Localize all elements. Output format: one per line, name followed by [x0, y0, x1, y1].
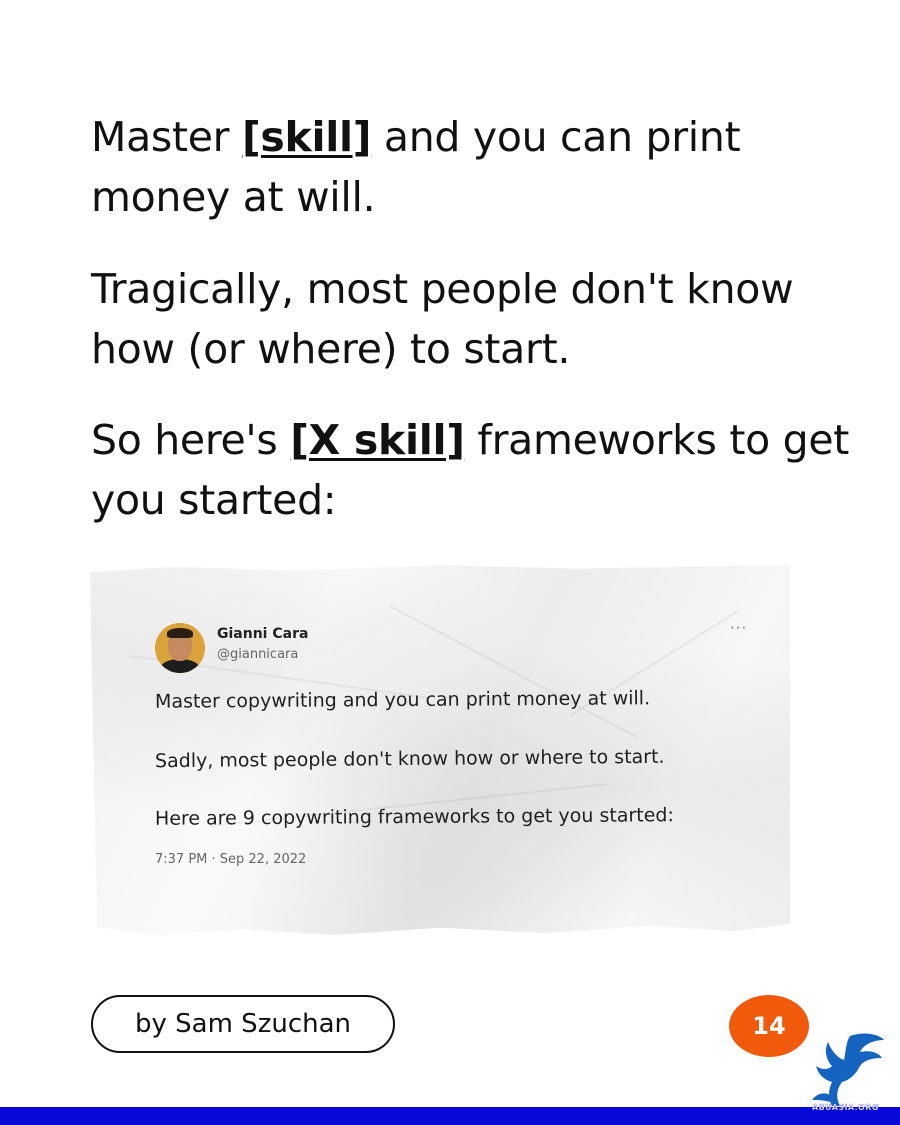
- page-number: 14: [752, 1012, 786, 1040]
- tweet-timestamp: 7:37 PM · Sep 22, 2022: [155, 852, 307, 867]
- headline-text: So here's: [91, 416, 291, 464]
- more-options-icon: ···: [730, 619, 748, 637]
- skill-placeholder: [skill]: [241, 113, 372, 161]
- headline-paragraph-3: So here's [X skill] frameworks to get yo…: [91, 410, 851, 530]
- avatar: [155, 623, 205, 673]
- tweet-line-1: Master copywriting and you can print mon…: [154, 687, 651, 713]
- tweet-line-2: Sadly, most people don't know how or whe…: [154, 745, 665, 773]
- avatar-hair: [167, 628, 193, 638]
- crumpled-paper-tweet-card: Gianni Cara @giannicara ··· Master copyw…: [90, 565, 790, 935]
- tweet-author-name: Gianni Cara: [217, 626, 309, 642]
- paper-crease: [389, 605, 638, 739]
- avatar-shirt: [160, 659, 200, 673]
- author-byline: by Sam Szuchan: [91, 995, 395, 1053]
- watermark-text: ABUASIA.ORG: [812, 1103, 879, 1112]
- headline-paragraph-1: Master [skill] and you can print money a…: [91, 107, 851, 227]
- bottom-bar: [0, 1107, 900, 1125]
- headline-text: Master: [91, 113, 242, 161]
- headline-paragraph-2: Tragically, most people don't know how (…: [91, 265, 794, 373]
- page-number-badge: 14: [729, 995, 809, 1057]
- tweet-line-3: Here are 9 copywriting frameworks to get…: [154, 804, 674, 830]
- x-skill-placeholder: [X skill]: [290, 416, 465, 464]
- byline-text: by Sam Szuchan: [135, 1009, 351, 1039]
- tweet-author-handle: @giannicara: [217, 647, 299, 662]
- bird-logo-icon: [812, 1033, 884, 1106]
